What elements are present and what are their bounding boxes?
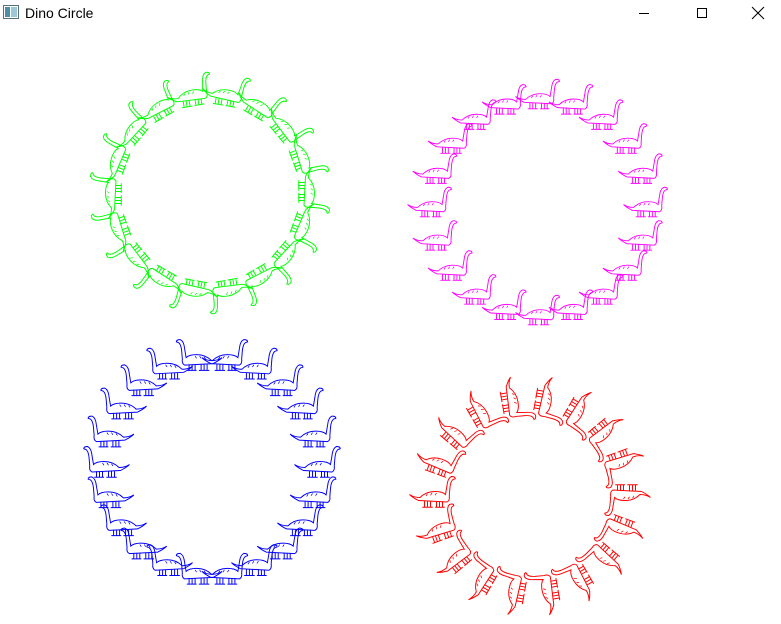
dino-figure bbox=[286, 198, 332, 254]
dino-figure bbox=[205, 275, 257, 315]
dino-figure bbox=[87, 476, 135, 509]
dino-figure bbox=[168, 276, 221, 316]
close-icon bbox=[751, 6, 765, 20]
dino-figure bbox=[256, 527, 304, 560]
dino-figure bbox=[120, 527, 168, 560]
dino-figure bbox=[412, 153, 458, 184]
dino-figure bbox=[515, 78, 560, 110]
dino-figure bbox=[201, 339, 249, 371]
dino-figure bbox=[481, 289, 527, 320]
dino-figure bbox=[412, 220, 458, 251]
drawing-canvas bbox=[83, 70, 668, 619]
dino-figure bbox=[604, 484, 651, 516]
dino-figure bbox=[88, 132, 134, 188]
dino-figure bbox=[264, 230, 319, 286]
dino-figure bbox=[427, 250, 473, 281]
app-window: Dino Circle bbox=[0, 0, 781, 624]
dino-figure bbox=[409, 476, 456, 508]
dino-figure bbox=[623, 186, 668, 218]
app-icon bbox=[3, 5, 19, 19]
window-title: Dino Circle bbox=[25, 5, 94, 21]
dino-figure bbox=[175, 339, 223, 371]
dino-figure bbox=[617, 220, 663, 251]
dino-figure bbox=[261, 96, 316, 152]
dino-figure bbox=[90, 172, 122, 219]
dino-figure bbox=[602, 123, 648, 154]
dino-figure bbox=[578, 99, 624, 130]
dino-figure bbox=[489, 565, 529, 618]
dino-figure bbox=[407, 186, 452, 218]
minimize-button[interactable] bbox=[621, 0, 667, 26]
dino-figure bbox=[595, 443, 651, 490]
dino-figure bbox=[451, 274, 497, 305]
dino-figure bbox=[602, 250, 648, 281]
dino-figure bbox=[427, 123, 473, 154]
dino-figure bbox=[294, 446, 341, 478]
dino-figure bbox=[289, 415, 337, 448]
dino-figure bbox=[289, 476, 337, 509]
blue-dino-ring bbox=[83, 339, 341, 585]
maximize-icon bbox=[697, 8, 707, 18]
dino-figure bbox=[452, 550, 503, 607]
minimize-icon bbox=[639, 13, 649, 14]
dino-figure bbox=[256, 364, 304, 397]
dino-figure bbox=[459, 381, 510, 438]
dino-figure bbox=[549, 554, 601, 611]
close-button[interactable] bbox=[735, 0, 781, 26]
maximize-button[interactable] bbox=[679, 0, 725, 26]
red-dino-ring bbox=[409, 373, 651, 619]
dino-figure bbox=[83, 446, 130, 478]
dino-figure bbox=[409, 502, 465, 549]
dino-figure bbox=[104, 234, 159, 290]
dino-figure bbox=[578, 274, 624, 305]
dino-figure bbox=[298, 167, 330, 214]
dino-figure bbox=[424, 528, 481, 583]
dino-figure bbox=[617, 153, 663, 184]
dino-figure bbox=[127, 78, 184, 130]
green-dino-ring bbox=[88, 70, 332, 316]
dino-figure bbox=[87, 415, 135, 448]
dino-figure bbox=[236, 256, 293, 308]
dino-figure bbox=[548, 84, 594, 115]
dino-figure bbox=[557, 385, 608, 442]
dino-figure bbox=[574, 534, 631, 589]
dino-figure bbox=[120, 364, 168, 397]
dino-figure bbox=[429, 403, 486, 458]
title-bar[interactable]: Dino Circle bbox=[0, 0, 781, 26]
dino-figure bbox=[199, 70, 252, 110]
magenta-dino-ring bbox=[407, 78, 668, 326]
dino-figure bbox=[531, 374, 571, 427]
dino-figure bbox=[101, 100, 156, 156]
dino-figure bbox=[579, 409, 636, 464]
dino-figure bbox=[163, 71, 215, 111]
